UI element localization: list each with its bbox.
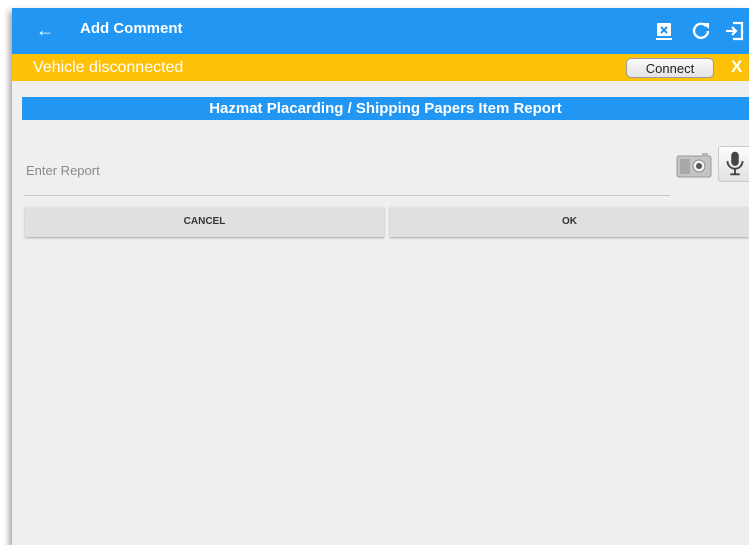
back-arrow-icon[interactable]: ← — [34, 19, 56, 41]
logout-icon[interactable] — [723, 19, 747, 43]
section-title: Hazmat Placarding / Shipping Papers Item… — [22, 97, 749, 120]
app-bar: ← Add Comment — [12, 8, 749, 54]
microphone-icon[interactable] — [718, 146, 749, 182]
camera-icon[interactable] — [675, 150, 713, 180]
ok-button[interactable]: OK — [390, 207, 749, 237]
close-banner-icon[interactable]: X — [731, 57, 742, 77]
cancel-button[interactable]: CANCEL — [25, 207, 384, 237]
connection-status-text: Vehicle disconnected — [33, 59, 184, 76]
refresh-icon[interactable] — [689, 19, 713, 43]
page-title: Add Comment — [80, 20, 183, 37]
connection-banner: Vehicle disconnected Connect X — [12, 54, 749, 81]
app-window: ← Add Comment Vehicle disconnected Conne… — [12, 8, 749, 545]
disconnect-device-icon[interactable] — [652, 19, 676, 43]
connect-button[interactable]: Connect — [626, 58, 714, 78]
report-input[interactable] — [24, 146, 670, 196]
